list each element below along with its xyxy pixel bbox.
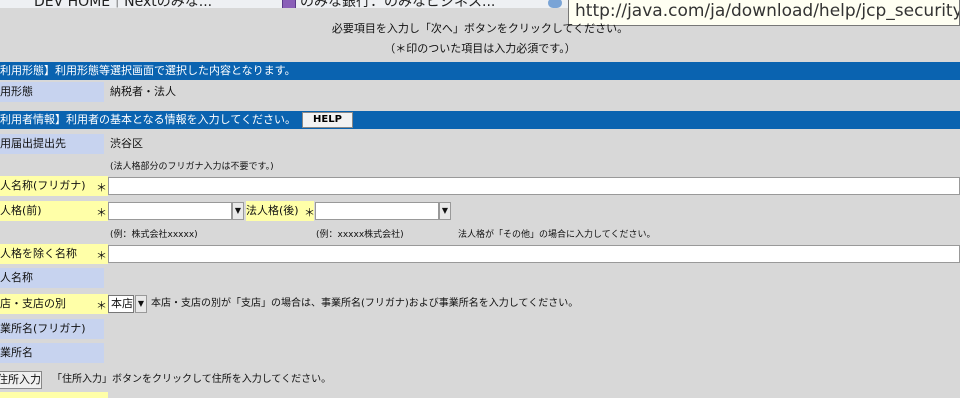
example-front: (例：株式会社xxxxx) [110, 230, 198, 240]
chevron-down-icon[interactable]: ▼ [232, 202, 244, 220]
corp-name-kana-label: 人名称(フリガナ) [0, 176, 108, 196]
branch-label: 店・支店の別 [0, 294, 108, 314]
instruction-text: 必要項目を入力し「次へ」ボタンをクリックしてください。 [331, 22, 629, 35]
office-name-kana-label: 業所名(フリガナ) [0, 319, 104, 339]
corp-type-back-select[interactable] [315, 202, 439, 220]
address-note: 「住所入力」ボタンをクリックして住所を入力してください。 [52, 374, 332, 385]
corp-name-label: 人名称 [0, 268, 104, 288]
office-name-label: 業所名 [0, 343, 104, 363]
other-note: 法人格が「その他」の場合に入力してください。 [458, 230, 656, 240]
branch-select[interactable]: 本店 [108, 295, 134, 313]
globe-icon [548, 0, 562, 8]
office-value: 渋谷区 [110, 137, 143, 150]
required-note: （＊印のついた項目は入力必須です。） [384, 42, 576, 55]
usage-type-label: 用形態 [0, 82, 104, 102]
required-mark: ＊ [96, 181, 107, 194]
help-button[interactable]: HELP [302, 112, 353, 128]
name-excl-label: 人格を除く名称 [0, 244, 108, 264]
required-mark: ＊ [96, 206, 107, 219]
chevron-down-icon[interactable]: ▼ [439, 202, 451, 220]
bank-favicon-icon [282, 0, 296, 8]
required-mark: ＊ [304, 206, 315, 219]
name-excl-input[interactable] [108, 245, 960, 263]
required-mark: ＊ [96, 299, 107, 312]
branch-note: 本店・支店の別が「支店」の場合は、事業所名(フリガナ)および事業所名を入力してく… [151, 298, 579, 309]
corp-type-front-label: 人格(前) [0, 201, 108, 221]
example-back: (例：xxxxx株式会社) [316, 230, 404, 240]
furigana-note: (法人格部分のフリガナ入力は不要です。) [110, 162, 274, 172]
chevron-down-icon[interactable]: ▼ [135, 295, 147, 313]
required-mark: ＊ [96, 249, 107, 262]
user-section-title: 利用者情報】利用者の基本となる情報を入力してください。 [0, 113, 297, 126]
partial-label [0, 392, 108, 398]
browser-tab[interactable]: DEV HOME｜Nextのみな... [34, 0, 212, 8]
office-label: 用届出提出先 [0, 134, 104, 154]
user-section-header: 利用者情報】利用者の基本となる情報を入力してください。 HELP [0, 111, 960, 129]
usage-type-value: 納税者・法人 [110, 85, 176, 98]
corp-type-front-select[interactable] [108, 202, 232, 220]
address-input-button[interactable]: 住所入力 [0, 371, 42, 389]
browser-tab[interactable]: のみな銀行：のみなビジネス... [300, 0, 495, 8]
corp-name-kana-input[interactable] [108, 177, 960, 195]
usage-section-header: 利用形態】利用形態等選択画面で選択した内容となります。 [0, 62, 960, 80]
